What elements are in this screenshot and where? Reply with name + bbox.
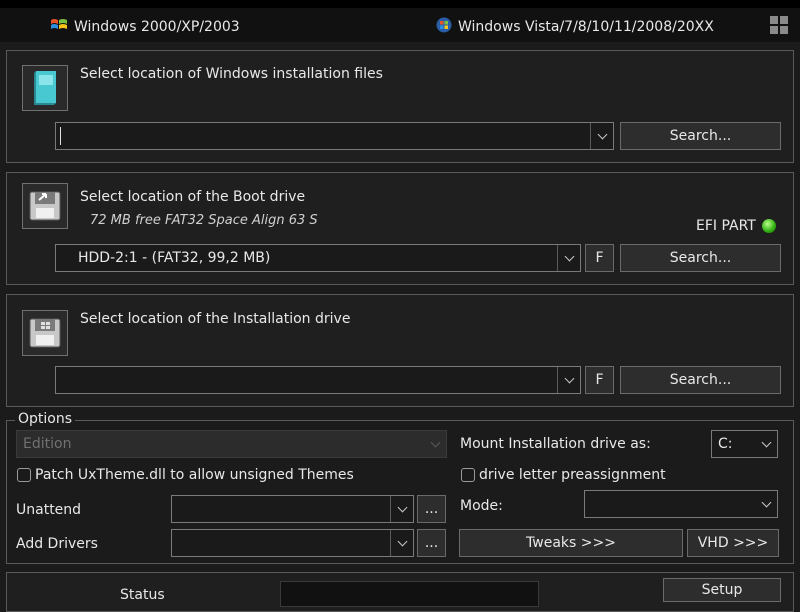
windows-logo-icon[interactable]	[770, 16, 788, 34]
install-files-dropdown-button[interactable]	[590, 123, 613, 149]
edition-placeholder: Edition	[23, 436, 72, 452]
mode-dropdown-button[interactable]	[755, 491, 777, 517]
patch-uxtheme-label: Patch UxTheme.dll to allow unsigned Them…	[35, 467, 354, 483]
preassign-checkbox[interactable]	[461, 468, 475, 482]
windows-xp-flag-icon	[50, 17, 68, 37]
install-files-icon-box	[22, 65, 68, 111]
boot-drive-icon-box	[22, 183, 68, 229]
install-drive-icon	[29, 318, 61, 348]
chevron-down-icon	[430, 437, 440, 447]
setup-button[interactable]: Setup	[663, 578, 781, 602]
mode-label: Mode:	[460, 498, 503, 514]
boot-drive-selected-value: HDD-2:1 - (FAT32, 99,2 MB)	[78, 250, 271, 266]
edition-dropdown-button[interactable]	[424, 431, 446, 457]
mount-drive-dropdown-button[interactable]	[755, 431, 777, 457]
efi-part-indicator: EFI PART	[696, 218, 776, 234]
tab-windows-legacy-label: Windows 2000/XP/2003	[74, 19, 240, 35]
boot-drive-dropdown-button[interactable]	[557, 245, 580, 271]
unattend-browse-button[interactable]: ...	[417, 495, 446, 523]
patch-uxtheme-checkbox[interactable]	[17, 468, 31, 482]
add-drivers-browse-button[interactable]: ...	[417, 529, 446, 557]
add-drivers-select[interactable]	[171, 529, 414, 557]
add-drivers-label: Add Drivers	[16, 536, 98, 552]
chevron-down-icon	[597, 129, 607, 139]
boot-drive-search-button[interactable]: Search...	[620, 244, 781, 272]
tab-windows-modern-label: Windows Vista/7/8/10/11/2008/20XX	[458, 19, 714, 35]
vhd-button[interactable]: VHD >>>	[687, 529, 779, 557]
mount-drive-letter-select[interactable]: C:	[711, 430, 778, 458]
chevron-down-icon	[564, 373, 574, 383]
install-drive-dropdown-button[interactable]	[557, 367, 580, 393]
unattend-label: Unattend	[16, 502, 82, 518]
install-drive-select[interactable]	[55, 366, 581, 394]
install-files-title: Select location of Windows installation …	[80, 66, 383, 82]
os-selector-bar: Windows 2000/XP/2003 Windows Vista/7/8/1…	[0, 8, 800, 42]
install-drive-title: Select location of the Installation driv…	[80, 311, 351, 327]
mount-drive-label: Mount Installation drive as:	[460, 436, 651, 452]
chevron-down-icon	[761, 437, 771, 447]
chevron-down-icon	[397, 536, 407, 546]
unattend-select[interactable]	[171, 495, 414, 523]
text-caret	[60, 127, 61, 145]
efi-part-label: EFI PART	[696, 218, 756, 234]
boot-drive-icon	[29, 191, 61, 221]
unattend-dropdown-button[interactable]	[390, 496, 413, 522]
status-label: Status	[120, 587, 165, 603]
mode-select[interactable]	[584, 490, 778, 518]
installation-media-icon	[34, 71, 56, 105]
chevron-down-icon	[761, 497, 771, 507]
edition-select[interactable]: Edition	[16, 430, 447, 458]
boot-drive-select[interactable]: HDD-2:1 - (FAT32, 99,2 MB)	[55, 244, 581, 272]
install-drive-search-button[interactable]: Search...	[620, 366, 781, 394]
chevron-down-icon	[397, 502, 407, 512]
efi-status-led-icon	[761, 219, 776, 233]
tab-windows-modern[interactable]: Windows Vista/7/8/10/11/2008/20XX	[436, 17, 714, 37]
tab-windows-legacy[interactable]: Windows 2000/XP/2003	[50, 17, 240, 37]
boot-drive-info: 72 MB free FAT32 Space Align 63 S	[90, 213, 318, 228]
windows-vista-orb-icon	[436, 17, 452, 37]
install-drive-format-button[interactable]: F	[585, 366, 614, 394]
install-drive-icon-box	[22, 310, 68, 356]
add-drivers-dropdown-button[interactable]	[390, 530, 413, 556]
mount-drive-letter-value: C:	[718, 436, 733, 452]
install-files-path-combo[interactable]	[55, 122, 614, 150]
preassign-label: drive letter preassignment	[479, 467, 666, 483]
install-files-search-button[interactable]: Search...	[620, 122, 781, 150]
boot-drive-format-button[interactable]: F	[585, 244, 614, 272]
status-progress-bar	[280, 581, 539, 607]
chevron-down-icon	[564, 251, 574, 261]
title-bar	[0, 0, 800, 8]
tweaks-button[interactable]: Tweaks >>>	[459, 529, 683, 557]
options-legend: Options	[15, 411, 76, 427]
boot-drive-title: Select location of the Boot drive	[80, 189, 306, 205]
